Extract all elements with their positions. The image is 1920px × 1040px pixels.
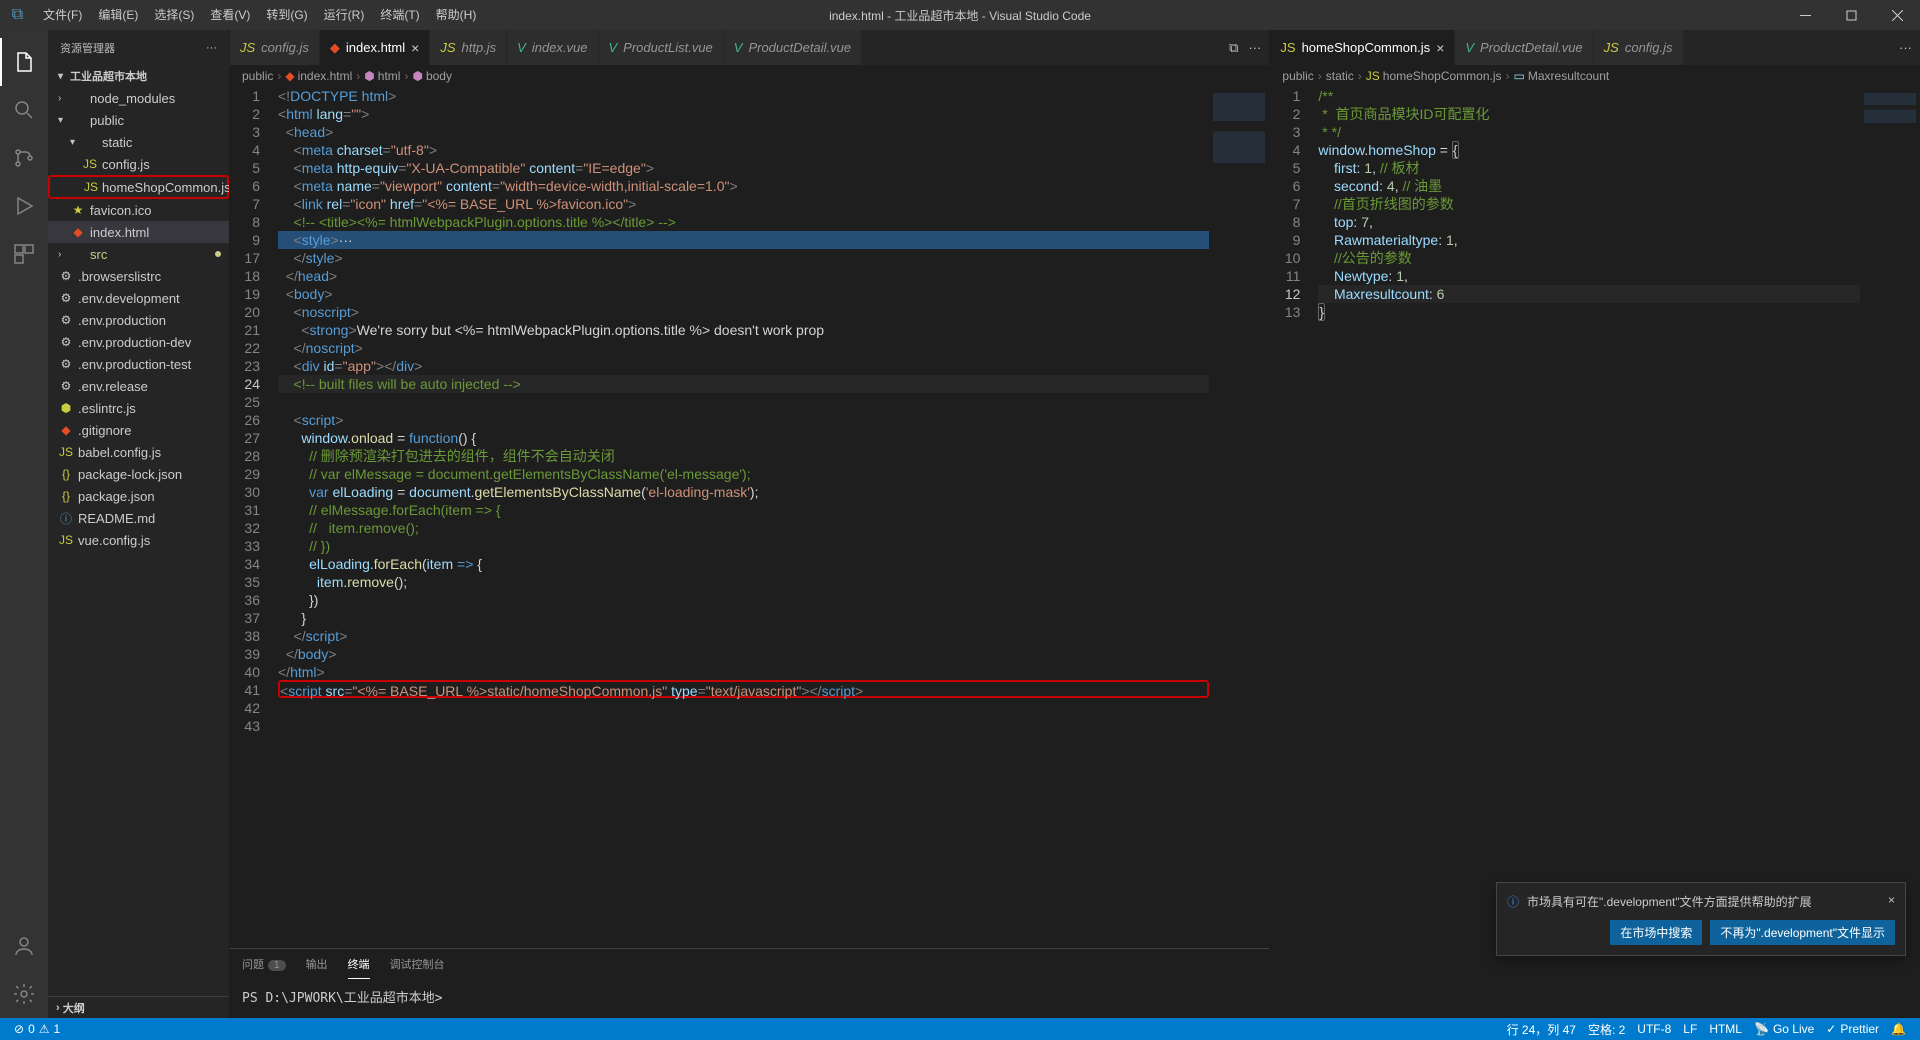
tree-gitignore[interactable]: ◆.gitignore — [48, 419, 229, 441]
tree-favicon[interactable]: ★favicon.ico — [48, 199, 229, 221]
menu-bar: 文件(F) 编辑(E) 选择(S) 查看(V) 转到(G) 运行(R) 终端(T… — [35, 0, 484, 30]
run-debug-icon[interactable] — [0, 182, 48, 230]
code-area-right[interactable]: 12345678910111213 /** * 首页商品模块ID可配置化 * *… — [1270, 87, 1920, 1018]
tree-readme[interactable]: ⓘREADME.md — [48, 507, 229, 529]
title-bar: ⧉ 文件(F) 编辑(E) 选择(S) 查看(V) 转到(G) 运行(R) 终端… — [0, 0, 1920, 30]
tree-babel[interactable]: JSbabel.config.js — [48, 441, 229, 463]
tree-vue-cfg[interactable]: JSvue.config.js — [48, 529, 229, 551]
tree-env-prod-dev[interactable]: ⚙.env.production-dev — [48, 331, 229, 353]
tree-homeshop-js[interactable]: JShomeShopCommon.js — [48, 175, 229, 199]
editor-left: JSconfig.js ◆index.html× JShttp.js Vinde… — [230, 30, 1270, 1018]
more-icon[interactable]: ··· — [1899, 40, 1912, 55]
outline-section[interactable]: › 大纲 — [48, 996, 229, 1018]
status-spaces[interactable]: 空格: 2 — [1582, 1021, 1631, 1038]
menu-view[interactable]: 查看(V) — [202, 0, 258, 30]
status-encoding[interactable]: UTF-8 — [1631, 1021, 1677, 1038]
sidebar-title: 资源管理器 — [60, 40, 115, 56]
status-eol[interactable]: LF — [1677, 1021, 1703, 1038]
panel: 问题1 输出 终端 调试控制台 PS D:\JPWORK\工业品超市本地> — [230, 948, 1269, 1018]
notif-text: 市场具有可在".development"文件方面提供帮助的扩展 — [1527, 893, 1812, 910]
close-icon[interactable]: × — [1436, 40, 1444, 56]
search-icon[interactable] — [0, 86, 48, 134]
menu-edit[interactable]: 编辑(E) — [90, 0, 146, 30]
tree-config-js[interactable]: JSconfig.js — [48, 153, 229, 175]
tree-pkg[interactable]: {}package.json — [48, 485, 229, 507]
scm-icon[interactable] — [0, 134, 48, 182]
window-title: index.html - 工业品超市本地 - Visual Studio Cod… — [829, 7, 1091, 24]
tabs-left: JSconfig.js ◆index.html× JShttp.js Vinde… — [230, 30, 1269, 65]
breadcrumbs-left[interactable]: public› ◆index.html› ⬢html› ⬢body — [230, 65, 1269, 87]
status-lang[interactable]: HTML — [1703, 1021, 1748, 1038]
panel-output[interactable]: 输出 — [306, 956, 328, 972]
vscode-logo: ⧉ — [0, 6, 35, 24]
tree-env-release[interactable]: ⚙.env.release — [48, 375, 229, 397]
notification: ⓘ 市场具有可在".development"文件方面提供帮助的扩展 × 在市场中… — [1496, 882, 1906, 956]
tab-product-detail-r[interactable]: VProductDetail.vue — [1455, 30, 1593, 65]
close-button[interactable] — [1874, 0, 1920, 30]
minimap-left[interactable] — [1209, 87, 1269, 948]
tree-src[interactable]: ›src — [48, 243, 229, 265]
code-area-left[interactable]: 1234567891718192021222324252627282930313… — [230, 87, 1269, 948]
tab-homeshop[interactable]: JShomeShopCommon.js× — [1270, 30, 1455, 65]
tree-static[interactable]: ▾static — [48, 131, 229, 153]
split-editor-icon[interactable]: ⧉ — [1229, 40, 1238, 56]
panel-problems[interactable]: 问题1 — [242, 956, 286, 972]
file-tree: ▾工业品超市本地 ›node_modules ▾public ▾static J… — [48, 65, 229, 996]
more-icon[interactable]: ··· — [1248, 40, 1261, 55]
tab-http[interactable]: JShttp.js — [430, 30, 507, 65]
panel-debug[interactable]: 调试控制台 — [390, 956, 445, 972]
breadcrumbs-right[interactable]: public› static› JShomeShopCommon.js› ▭Ma… — [1270, 65, 1920, 87]
menu-help[interactable]: 帮助(H) — [428, 0, 485, 30]
warning-icon: ⚠ — [39, 1022, 50, 1036]
tree-env-prod[interactable]: ⚙.env.production — [48, 309, 229, 331]
tree-eslintrc[interactable]: ⬢.eslintrc.js — [48, 397, 229, 419]
menu-select[interactable]: 选择(S) — [146, 0, 202, 30]
tree-browserslist[interactable]: ⚙.browserslistrc — [48, 265, 229, 287]
sidebar-explorer: 资源管理器 ··· ▾工业品超市本地 ›node_modules ▾public… — [48, 30, 230, 1018]
maximize-button[interactable] — [1828, 0, 1874, 30]
close-icon[interactable]: × — [411, 40, 419, 56]
tab-index[interactable]: ◆index.html× — [320, 30, 430, 65]
tree-index-html[interactable]: ◆index.html — [48, 221, 229, 243]
minimap-right[interactable] — [1860, 87, 1920, 1018]
menu-terminal[interactable]: 终端(T) — [372, 0, 427, 30]
tab-config[interactable]: JSconfig.js — [230, 30, 320, 65]
tab-index-vue[interactable]: Vindex.vue — [507, 30, 598, 65]
tab-config-r[interactable]: JSconfig.js — [1594, 30, 1684, 65]
terminal-line[interactable]: PS D:\JPWORK\工业品超市本地> — [230, 979, 1269, 1014]
tab-product-list[interactable]: VProductList.vue — [599, 30, 724, 65]
editor-right: JShomeShopCommon.js× VProductDetail.vue … — [1270, 30, 1920, 1018]
tabs-right: JShomeShopCommon.js× VProductDetail.vue … — [1270, 30, 1920, 65]
status-prettier[interactable]: ✓Prettier — [1820, 1021, 1885, 1038]
menu-goto[interactable]: 转到(G) — [258, 0, 315, 30]
status-errors[interactable]: ⊘0⚠1 — [8, 1022, 66, 1036]
tab-product-detail[interactable]: VProductDetail.vue — [724, 30, 862, 65]
notif-close-icon[interactable]: × — [1888, 893, 1895, 907]
settings-icon[interactable] — [0, 970, 48, 1018]
notif-search-button[interactable]: 在市场中搜索 — [1610, 920, 1702, 945]
menu-run[interactable]: 运行(R) — [316, 0, 373, 30]
broadcast-icon: 📡 — [1754, 1022, 1769, 1036]
accounts-icon[interactable] — [0, 922, 48, 970]
activity-bar — [0, 30, 48, 1018]
notif-dismiss-button[interactable]: 不再为".development"文件显示 — [1710, 920, 1895, 945]
explorer-icon[interactable] — [0, 38, 48, 86]
extensions-icon[interactable] — [0, 230, 48, 278]
tree-pkg-lock[interactable]: {}package-lock.json — [48, 463, 229, 485]
tree-public[interactable]: ▾public — [48, 109, 229, 131]
menu-file[interactable]: 文件(F) — [35, 0, 90, 30]
tree-node-modules[interactable]: ›node_modules — [48, 87, 229, 109]
info-icon: ⓘ — [1507, 893, 1519, 910]
minimize-button[interactable] — [1782, 0, 1828, 30]
status-bell-icon[interactable]: 🔔 — [1885, 1021, 1912, 1038]
tree-env-dev[interactable]: ⚙.env.development — [48, 287, 229, 309]
error-icon: ⊘ — [14, 1022, 24, 1036]
status-golive[interactable]: 📡Go Live — [1748, 1021, 1820, 1038]
tree-env-prod-test[interactable]: ⚙.env.production-test — [48, 353, 229, 375]
sidebar-more-icon[interactable]: ··· — [206, 42, 217, 54]
status-bar: ⊘0⚠1 行 24，列 47 空格: 2 UTF-8 LF HTML 📡Go L… — [0, 1018, 1920, 1040]
status-line-col[interactable]: 行 24，列 47 — [1501, 1021, 1582, 1038]
panel-terminal[interactable]: 终端 — [348, 956, 370, 979]
tree-root[interactable]: ▾工业品超市本地 — [48, 65, 229, 87]
